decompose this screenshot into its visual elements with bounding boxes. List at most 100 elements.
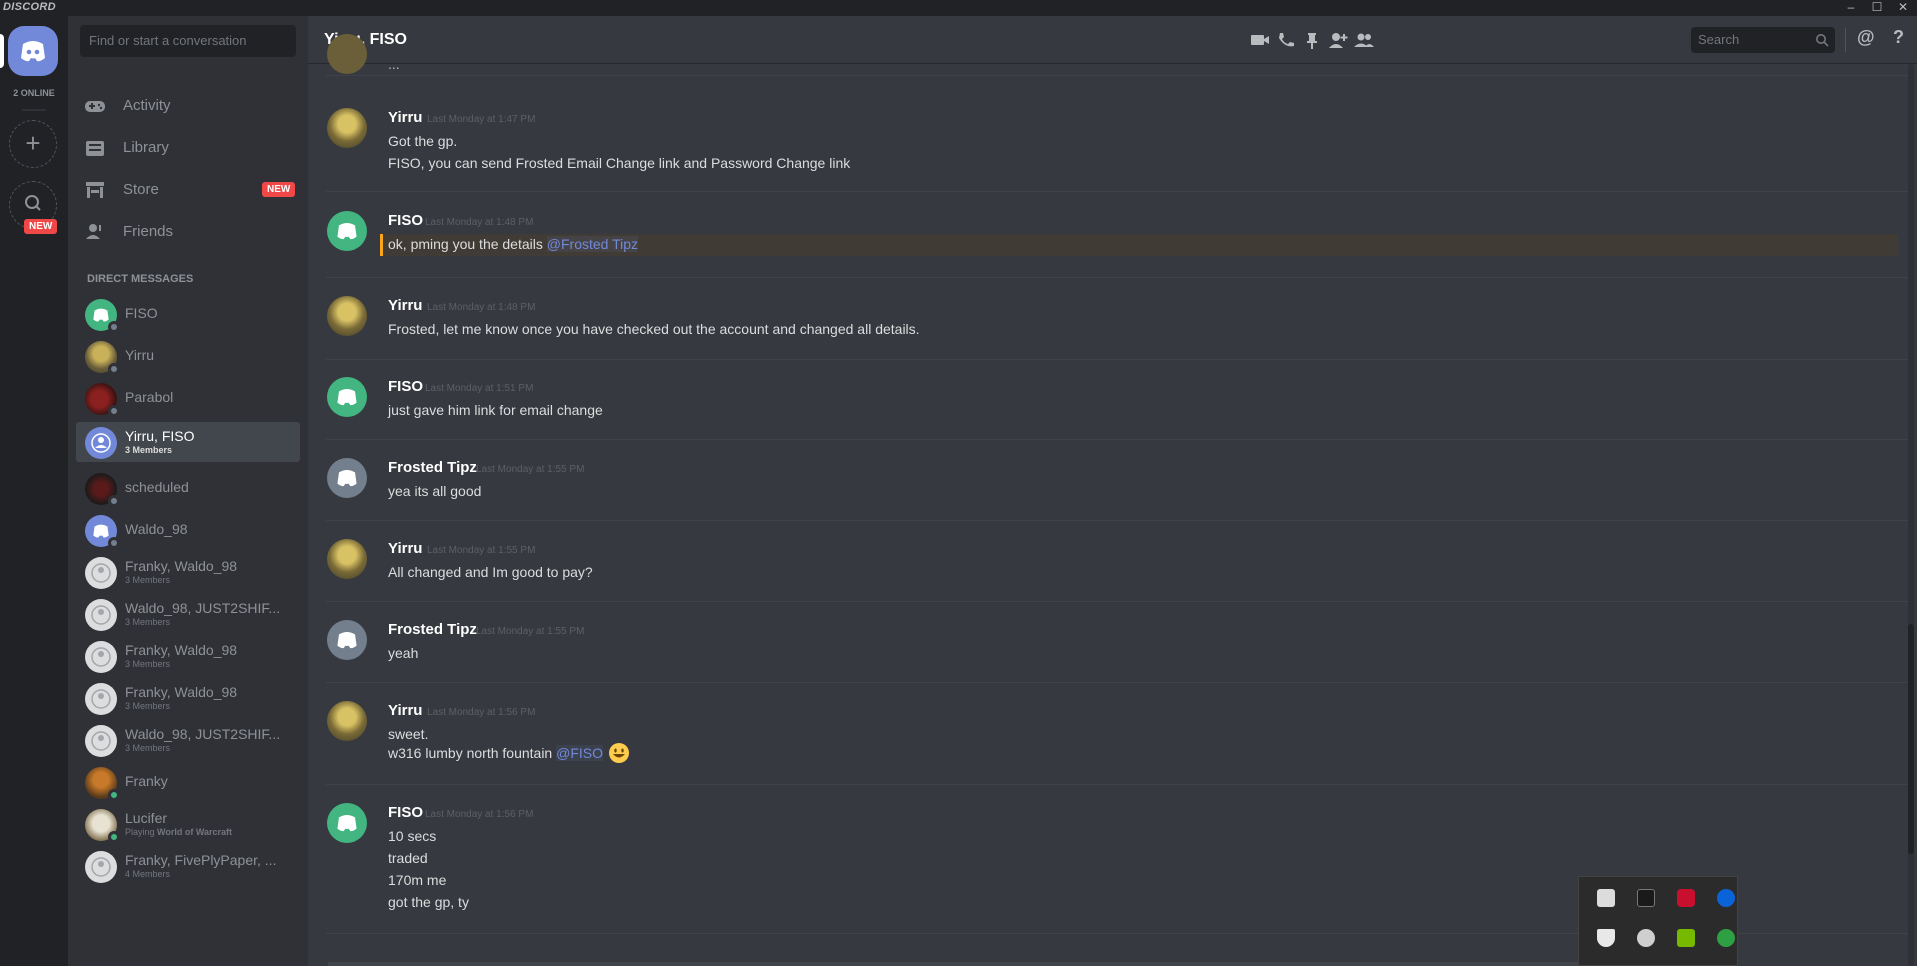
- message-author[interactable]: FISO: [388, 212, 423, 229]
- dm-name: Waldo_98: [125, 521, 188, 537]
- update-icon[interactable]: [1717, 929, 1735, 947]
- group-icon: [91, 857, 111, 877]
- help-icon[interactable]: ?: [1893, 27, 1915, 47]
- status-offline-indicator: [108, 537, 120, 549]
- channel-header: Yirru, FISO Search @ ?: [308, 16, 1917, 64]
- online-count: 2 ONLINE: [13, 88, 55, 98]
- group-icon: [91, 647, 111, 667]
- scrollbar-thumb[interactable]: [1908, 624, 1914, 854]
- nav-library[interactable]: Library: [76, 129, 300, 167]
- dm-item-scheduled[interactable]: scheduled: [76, 468, 300, 508]
- bluetooth-icon[interactable]: [1717, 889, 1735, 907]
- message-text: yea its all good: [388, 483, 482, 499]
- nav-friends[interactable]: Friends: [76, 213, 300, 251]
- search-icon: [1816, 34, 1829, 47]
- message-author[interactable]: Yirru: [388, 297, 422, 314]
- find-conversation-input[interactable]: Find or start a conversation: [80, 25, 296, 57]
- message-divider: [326, 682, 1913, 683]
- message-input-edge[interactable]: [328, 962, 1578, 966]
- avatar: [327, 34, 367, 74]
- group-dm-avatar: [85, 641, 117, 673]
- direct-messages-header: DIRECT MESSAGES: [87, 273, 194, 285]
- message-divider: [326, 359, 1913, 360]
- dm-name: Parabol: [125, 389, 174, 405]
- message-author[interactable]: FISO: [388, 804, 423, 821]
- dm-name: Franky, FivePlyPaper, ...: [125, 852, 277, 868]
- message-timestamp: Last Monday at 1:48 PM: [427, 302, 536, 313]
- message-author[interactable]: Yirru: [388, 702, 422, 719]
- header-search-input[interactable]: Search: [1691, 27, 1835, 53]
- dm-name: scheduled: [125, 479, 189, 495]
- security-shield-icon[interactable]: [1597, 929, 1615, 947]
- group-dm-avatar: [85, 683, 117, 715]
- message-timestamp: Last Monday at 1:55 PM: [427, 545, 536, 556]
- message-timestamp: Last Monday at 1:47 PM: [427, 114, 536, 125]
- message-timestamp: Last Monday at 1:51 PM: [425, 383, 534, 394]
- add-member-icon[interactable]: [1327, 30, 1349, 50]
- dm-name: Yirru: [125, 347, 155, 363]
- pin-icon[interactable]: [1301, 30, 1323, 50]
- video-call-icon[interactable]: [1249, 30, 1271, 50]
- nav-store[interactable]: Store NEW: [76, 171, 300, 209]
- user-mention[interactable]: @Frosted Tipz: [546, 236, 639, 252]
- discovery-new-badge: NEW: [24, 219, 58, 234]
- store-icon: [86, 182, 104, 198]
- message-timestamp: Last Monday at 1:56 PM: [425, 809, 534, 820]
- message-timestamp: Last Monday at 1:56 PM: [427, 707, 536, 718]
- nvidia-icon[interactable]: [1677, 929, 1695, 947]
- dm-item-yirru[interactable]: Yirru: [76, 336, 300, 376]
- dm-item-waldo98[interactable]: Waldo_98: [76, 510, 300, 550]
- status-online-indicator: [108, 789, 120, 801]
- activity-prefix: Playing: [125, 827, 158, 837]
- system-tray-popup: [1578, 876, 1738, 966]
- avatar: [327, 620, 367, 660]
- dm-item-group[interactable]: Franky, Waldo_98 3 Members: [76, 552, 300, 592]
- message-divider: [326, 520, 1913, 521]
- message-text-content: w316 lumby north fountain: [388, 745, 557, 761]
- maximize-button[interactable]: ☐: [1864, 0, 1890, 16]
- group-dm-avatar: [85, 557, 117, 589]
- message-text: sweet.: [388, 726, 429, 742]
- group-icon: [91, 605, 111, 625]
- home-button[interactable]: [8, 26, 58, 76]
- message-author[interactable]: Frosted Tipz: [388, 621, 477, 638]
- dm-member-count: 3 Members: [125, 701, 171, 711]
- mention-icon[interactable]: @: [1857, 27, 1879, 47]
- discord-logo-icon: [21, 41, 45, 62]
- message-author[interactable]: FISO: [388, 378, 423, 395]
- audio-icon[interactable]: [1637, 889, 1655, 907]
- members-icon[interactable]: [1353, 30, 1375, 50]
- group-icon: [91, 563, 111, 583]
- message-divider: [326, 784, 1913, 785]
- dm-item-lucifer[interactable]: Lucifer Playing World of Warcraft: [76, 804, 300, 844]
- close-button[interactable]: ✕: [1890, 0, 1916, 16]
- antivirus-icon[interactable]: [1677, 889, 1695, 907]
- message-list: ... Yirru Last Monday at 1:47 PM Got the…: [308, 34, 1917, 966]
- message-text-partial: ...: [388, 56, 400, 72]
- dm-item-parabol[interactable]: Parabol: [76, 378, 300, 418]
- screenshot-icon[interactable]: [1597, 889, 1615, 907]
- message-text: 170m me: [388, 872, 447, 888]
- message-timestamp: Last Monday at 1:55 PM: [476, 626, 585, 637]
- group-icon: [91, 689, 111, 709]
- add-server-button[interactable]: +: [9, 120, 57, 168]
- avatar: [327, 539, 367, 579]
- dm-item-group[interactable]: Franky, Waldo_98 3 Members: [76, 636, 300, 676]
- dm-item-fiso[interactable]: FISO: [76, 294, 300, 334]
- message-author[interactable]: Yirru: [388, 540, 422, 557]
- message-author[interactable]: Frosted Tipz: [388, 459, 477, 476]
- nav-activity[interactable]: Activity: [76, 87, 300, 125]
- dm-item-group[interactable]: Waldo_98, JUST2SHIF... 3 Members: [76, 720, 300, 760]
- dm-item-yirru-fiso[interactable]: Yirru, FISO 3 Members: [76, 422, 300, 462]
- dm-item-group[interactable]: Franky, Waldo_98 3 Members: [76, 678, 300, 718]
- minimize-button[interactable]: –: [1838, 0, 1864, 16]
- dm-item-group[interactable]: Franky, FivePlyPaper, ... 4 Members: [76, 846, 300, 886]
- message-author[interactable]: Yirru: [388, 109, 422, 126]
- selected-indicator: [0, 34, 4, 68]
- network-icon[interactable]: [1637, 929, 1655, 947]
- message-scrollbar[interactable]: [1908, 64, 1914, 966]
- dm-item-group[interactable]: Waldo_98, JUST2SHIF... 3 Members: [76, 594, 300, 634]
- user-mention[interactable]: @FISO: [556, 745, 603, 761]
- dm-item-franky[interactable]: Franky: [76, 762, 300, 802]
- phone-call-icon[interactable]: [1275, 30, 1297, 50]
